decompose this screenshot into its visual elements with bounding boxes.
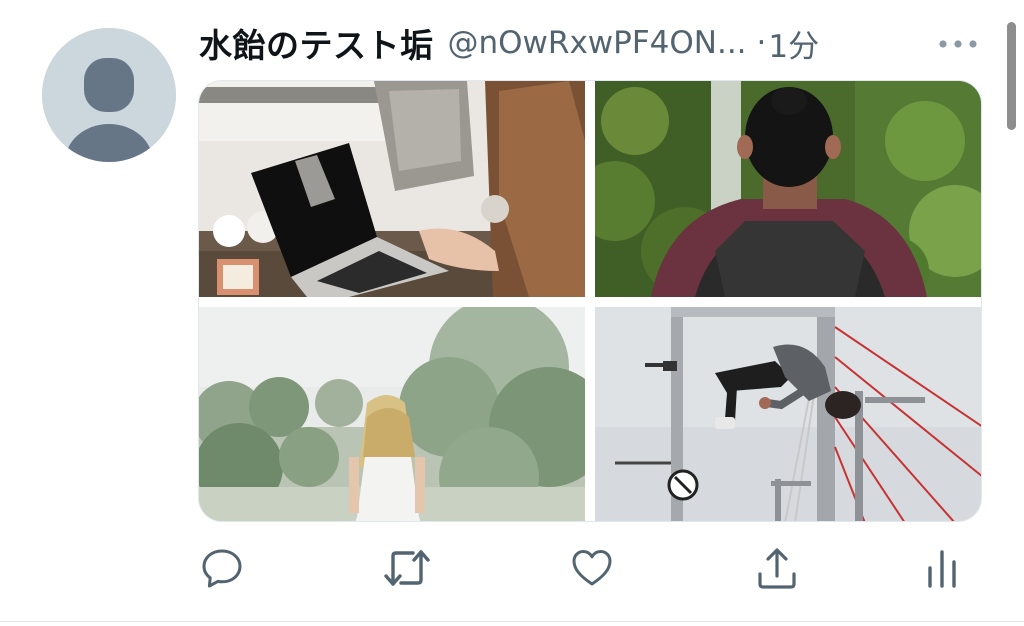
photo-woman-field[interactable] xyxy=(199,307,585,521)
media-grid xyxy=(198,80,982,522)
user-handle[interactable]: @nOwRxwPF4ON... xyxy=(448,25,747,61)
display-name[interactable]: 水飴のテスト垢 xyxy=(199,19,434,67)
like-button[interactable] xyxy=(564,540,620,596)
default-avatar-icon xyxy=(42,28,176,162)
timestamp[interactable]: 1分 xyxy=(768,21,819,66)
tweet-header: 水飴のテスト垢 @nOwRxwPF4ON... · 1分 xyxy=(199,18,989,68)
avatar[interactable] xyxy=(42,28,176,162)
action-bar xyxy=(198,540,982,596)
tweet-divider xyxy=(0,621,1024,622)
heart-icon xyxy=(572,550,612,586)
photo-bridge-flip-image xyxy=(595,307,981,521)
more-button[interactable] xyxy=(930,26,986,62)
more-dots-icon xyxy=(939,40,977,48)
share-button[interactable] xyxy=(749,540,805,596)
photo-hiker-image xyxy=(595,81,981,297)
photo-hiker[interactable] xyxy=(595,81,981,297)
reply-icon xyxy=(202,549,242,588)
tweet[interactable]: 水飴のテスト垢 @nOwRxwPF4ON... · 1分 xyxy=(0,0,1024,626)
photo-woman-field-image xyxy=(199,307,585,521)
share-icon xyxy=(758,548,796,589)
retweet-button[interactable] xyxy=(379,540,435,596)
analytics-icon xyxy=(928,550,956,588)
scrollbar[interactable] xyxy=(1007,22,1016,130)
reply-button[interactable] xyxy=(194,540,250,596)
separator-dot: · xyxy=(756,25,767,61)
retweet-icon xyxy=(384,550,430,586)
photo-laptop-image xyxy=(199,81,585,297)
analytics-button[interactable] xyxy=(914,540,970,596)
photo-bridge-flip[interactable] xyxy=(595,307,981,521)
photo-laptop[interactable] xyxy=(199,81,585,297)
